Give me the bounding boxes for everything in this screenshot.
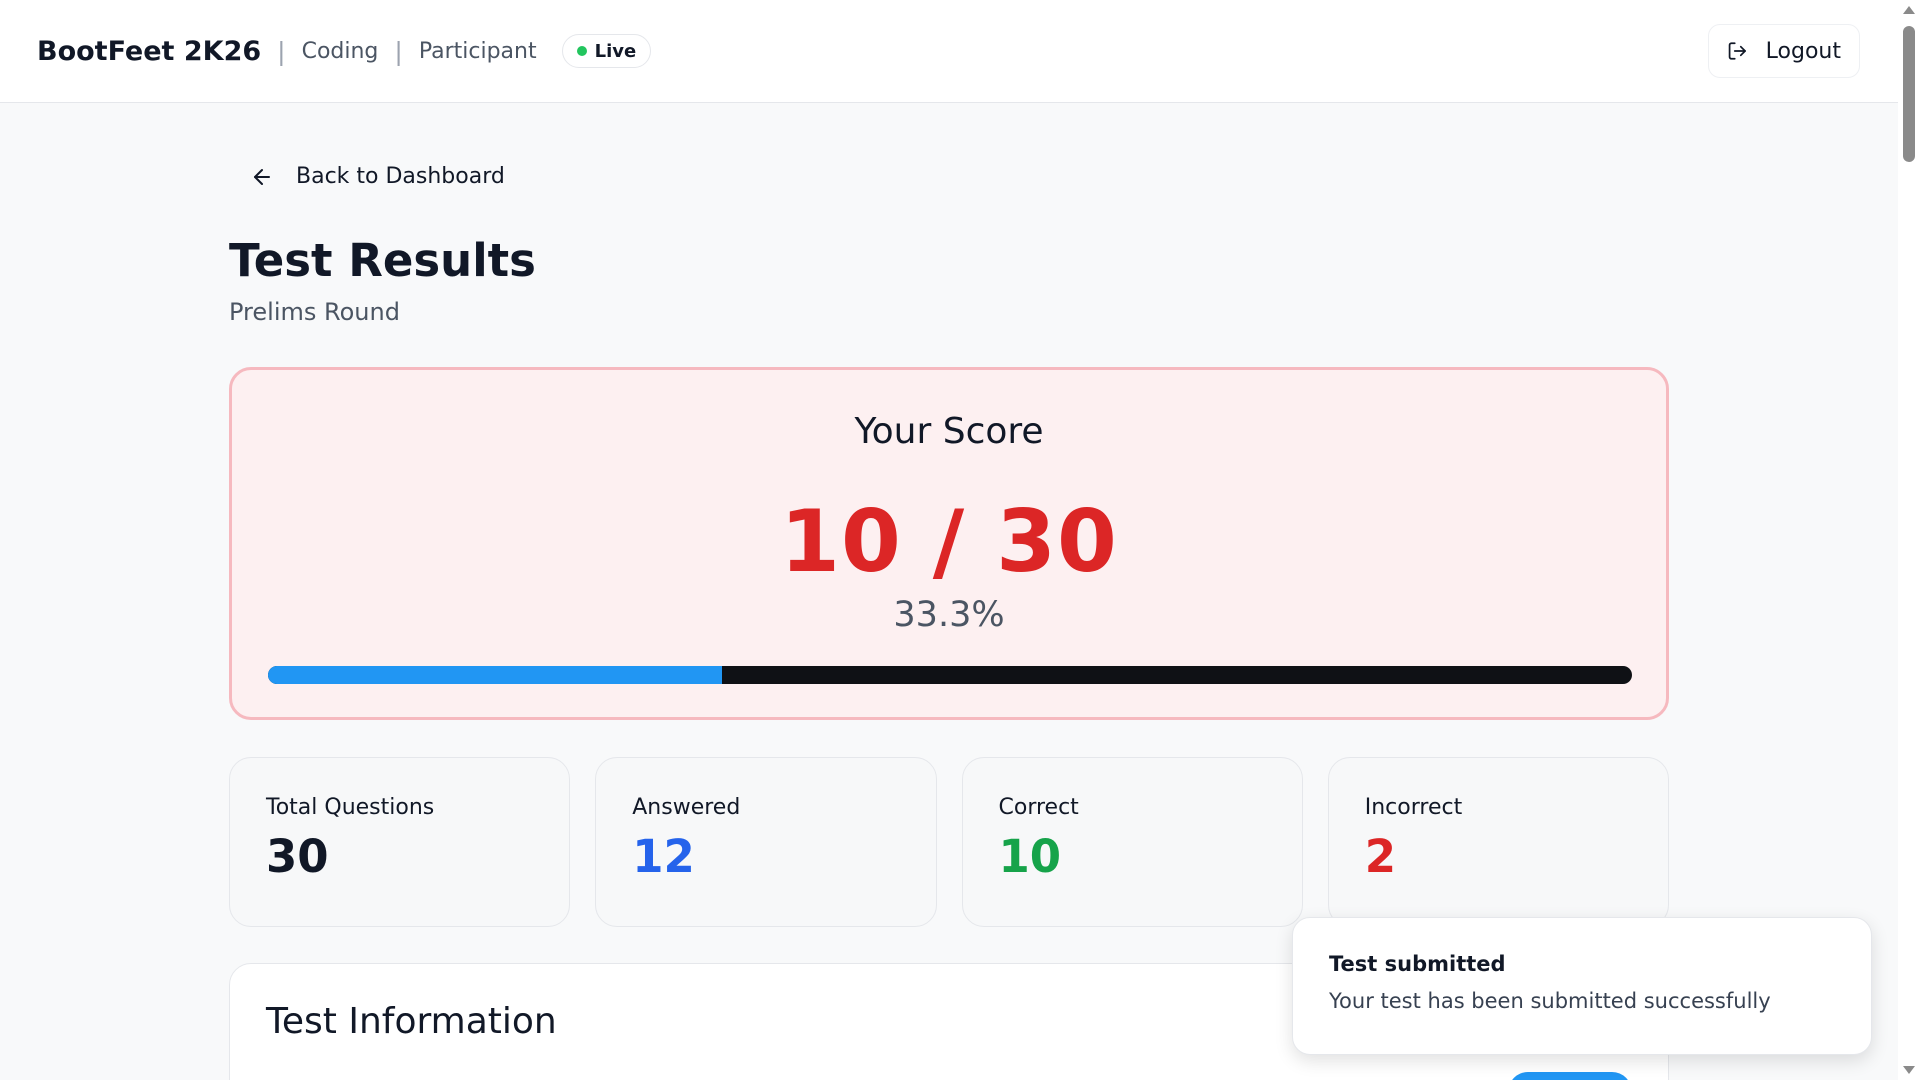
status-dot-icon — [576, 46, 587, 56]
stat-card-correct: Correct 10 — [961, 757, 1303, 927]
score-label: Your Score — [854, 411, 1044, 452]
stat-label: Answered — [632, 795, 741, 820]
stat-value: 10 — [998, 830, 1062, 883]
stat-label: Correct — [998, 795, 1079, 820]
back-label: Back to Dashboard — [296, 164, 505, 189]
score-progress-bar — [268, 666, 1632, 684]
breadcrumb-separator: | — [394, 36, 403, 66]
page-scrollbar[interactable] — [1898, 0, 1920, 1080]
live-status-label: Live — [594, 40, 637, 62]
stat-value: 12 — [632, 830, 695, 883]
live-status-badge: Live — [561, 34, 652, 68]
stat-card-total-questions: Total Questions 30 — [229, 757, 571, 927]
brand-title: BootFeet 2K26 — [37, 35, 262, 67]
stat-card-answered: Answered 12 — [595, 757, 937, 927]
toast-notification: Test submitted Your test has been submit… — [1292, 917, 1872, 1055]
score-progress-fill — [268, 666, 723, 684]
logout-label: Logout — [1765, 38, 1841, 64]
stat-label: Total Questions — [266, 795, 435, 820]
breadcrumb-participant: Participant — [418, 38, 537, 64]
stat-value: 2 — [1364, 830, 1397, 883]
top-header: BootFeet 2K26 | Coding | Participant Liv… — [0, 0, 1898, 103]
scroll-up-arrow-icon[interactable] — [1903, 6, 1915, 14]
stats-row: Total Questions 30 Answered 12 Correct 1… — [229, 757, 1669, 927]
logout-button[interactable]: Logout — [1708, 24, 1860, 78]
scroll-thumb[interactable] — [1903, 26, 1915, 162]
page-title: Test Results — [229, 234, 536, 287]
score-card: Your Score 10 / 30 33.3% — [229, 367, 1669, 720]
arrow-left-icon — [254, 168, 270, 185]
score-value: 10 / 30 — [780, 492, 1118, 592]
breadcrumb-coding: Coding — [301, 38, 379, 64]
back-to-dashboard-link[interactable]: Back to Dashboard — [250, 164, 505, 189]
toast-message: Your test has been submitted successfull… — [1329, 989, 1771, 1013]
logout-icon — [1728, 42, 1746, 60]
stat-value: 30 — [266, 830, 329, 883]
scroll-down-arrow-icon[interactable] — [1903, 1066, 1915, 1074]
stat-label: Incorrect — [1364, 795, 1463, 820]
score-percent: 33.3% — [893, 595, 1005, 635]
test-information-action-button[interactable] — [1508, 1072, 1632, 1080]
test-information-title: Test Information — [266, 1001, 557, 1042]
page-subtitle: Prelims Round — [229, 298, 400, 326]
stat-card-incorrect: Incorrect 2 — [1327, 757, 1669, 927]
breadcrumb-separator: | — [277, 36, 286, 66]
toast-title: Test submitted — [1329, 952, 1506, 976]
